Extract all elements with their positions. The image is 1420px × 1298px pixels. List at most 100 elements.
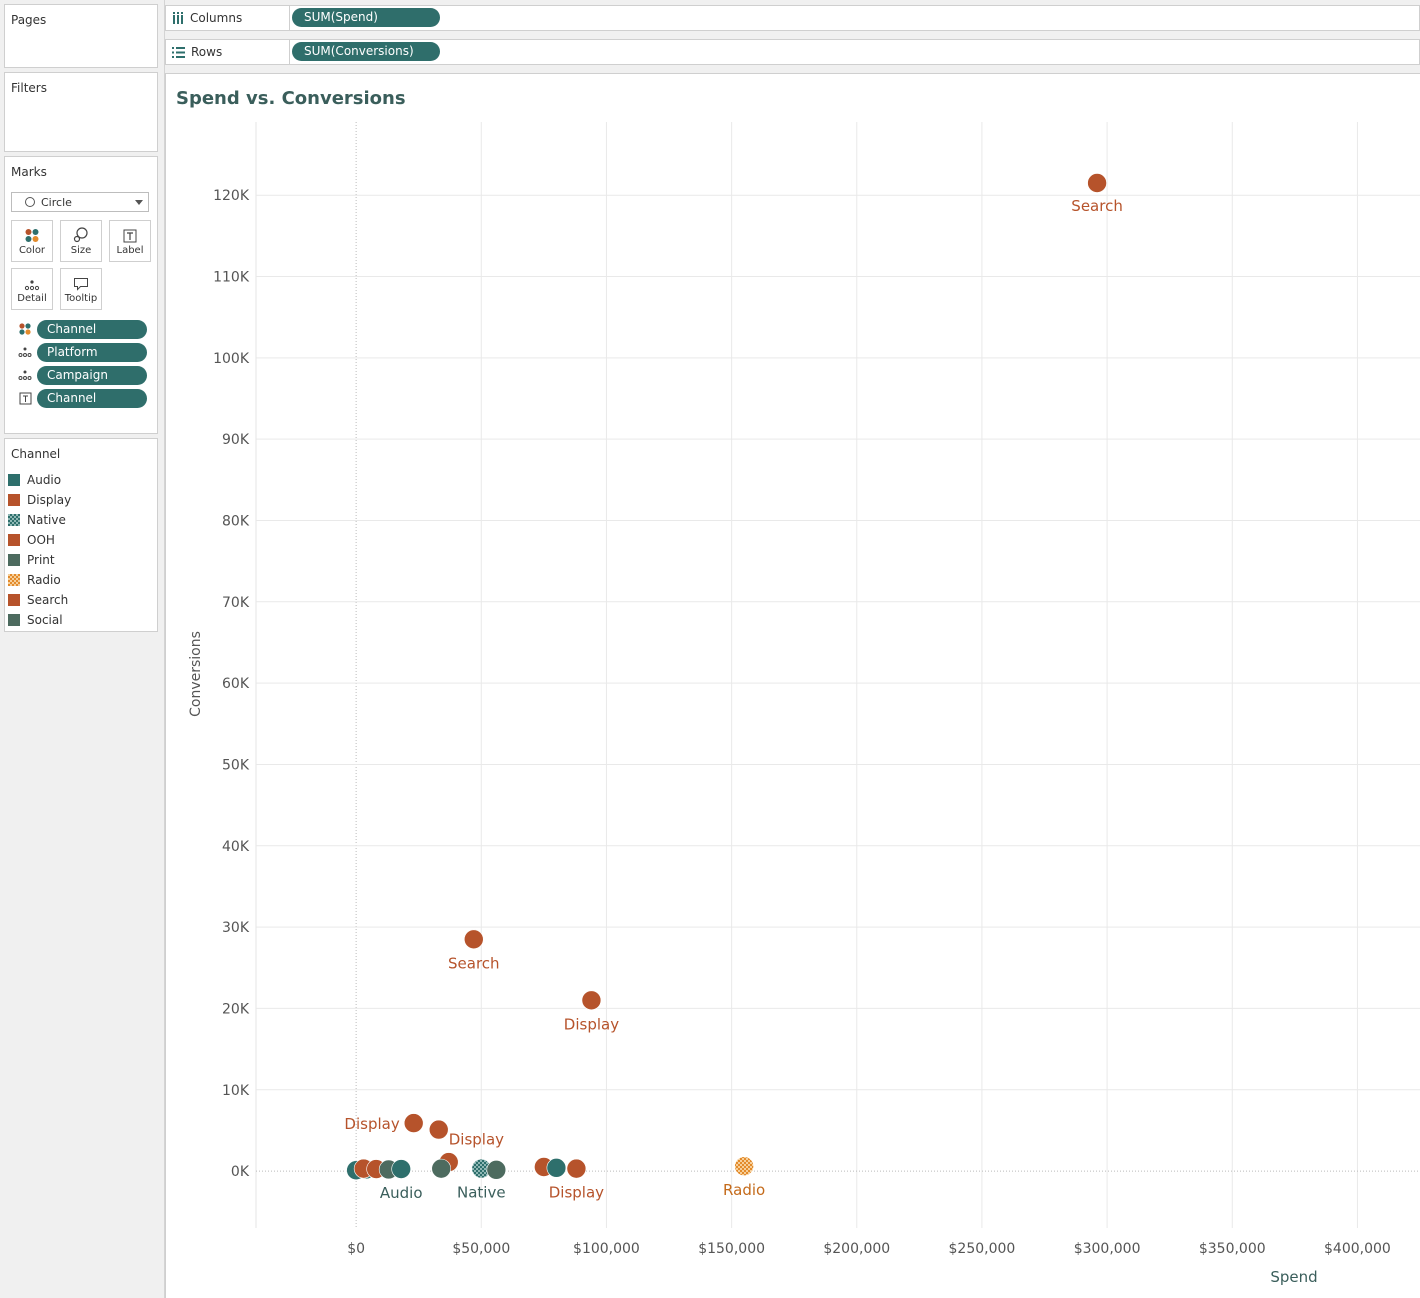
- legend-title: Channel: [11, 447, 61, 461]
- legend-swatch: [8, 474, 20, 486]
- legend-swatch: [8, 534, 20, 546]
- y-tick-label: 30K: [222, 920, 250, 936]
- shelf-divider: [289, 40, 290, 64]
- x-tick-label: $100,000: [573, 1241, 640, 1257]
- y-tick-label: 0K: [231, 1164, 250, 1180]
- color-button-label: Color: [18, 245, 46, 256]
- y-axis-title: Conversions: [188, 631, 204, 717]
- data-label: Search: [448, 954, 500, 972]
- size-button[interactable]: Size: [60, 220, 102, 262]
- data-point-audio[interactable]: [546, 1158, 567, 1178]
- legend-swatch: [8, 494, 20, 506]
- worksheet-view: Spend vs. Conversions $0 $50,000 $100,000 $…: [165, 73, 1420, 1298]
- left-sidebar: Pages Filters Marks Circle Color Size La…: [0, 0, 165, 1298]
- axes: $0 $50,000 $100,000 $150,000 $200,000 $250,00…: [213, 188, 1391, 1257]
- legend-item-native[interactable]: Native: [8, 511, 66, 529]
- legend-item-ooh[interactable]: OOH: [8, 531, 55, 549]
- mark-type-label: Circle: [41, 195, 72, 209]
- y-tick-label: 10K: [222, 1083, 250, 1099]
- rows-shelf-label: Rows: [191, 45, 223, 59]
- data-label: Display: [549, 1184, 604, 1202]
- data-point-search[interactable]: [1087, 173, 1107, 193]
- legend-swatch: [8, 574, 20, 586]
- pages-card[interactable]: Pages: [4, 4, 158, 68]
- y-tick-label: 40K: [222, 839, 250, 855]
- color-button[interactable]: Color: [11, 220, 53, 262]
- grid: [255, 122, 1420, 1228]
- y-tick-label: 80K: [222, 513, 250, 529]
- legend-item-display[interactable]: Display: [8, 491, 71, 509]
- columns-shelf-label: Columns: [190, 11, 243, 25]
- size-icon: [61, 221, 101, 243]
- rows-pill[interactable]: SUM(Conversions): [292, 42, 440, 61]
- legend-swatch: [8, 594, 20, 606]
- data-label: Audio: [380, 1184, 423, 1202]
- marks-field-row[interactable]: Channel: [17, 388, 147, 408]
- data-point-print[interactable]: [486, 1160, 507, 1180]
- rows-shelf-name: Rows: [172, 40, 222, 64]
- channel-label-pill[interactable]: Channel: [37, 388, 147, 408]
- rows-icon: [172, 46, 185, 58]
- data-label: Display: [344, 1115, 399, 1133]
- marks-title: Marks: [11, 165, 47, 179]
- label-icon: [110, 221, 150, 243]
- filters-card[interactable]: Filters: [4, 72, 158, 152]
- y-tick-label: 100K: [213, 351, 250, 367]
- pages-title: Pages: [11, 13, 47, 27]
- x-tick-label: $0: [347, 1241, 365, 1257]
- data-points[interactable]: [346, 173, 1107, 1181]
- data-point-search[interactable]: [463, 929, 484, 950]
- data-label: Display: [449, 1131, 504, 1149]
- campaign-detail-pill[interactable]: Campaign: [37, 365, 147, 385]
- data-point-display[interactable]: [566, 1158, 587, 1179]
- platform-detail-pill[interactable]: Platform: [37, 342, 147, 362]
- filters-title: Filters: [11, 81, 47, 95]
- data-label: Radio: [723, 1181, 765, 1199]
- x-tick-label: $350,000: [1199, 1241, 1266, 1257]
- data-point-display[interactable]: [428, 1119, 449, 1140]
- data-point-display[interactable]: [581, 990, 602, 1011]
- circle-icon: [25, 197, 35, 207]
- marks-field-row[interactable]: Platform: [17, 342, 147, 362]
- legend-swatch: [8, 554, 20, 566]
- y-tick-label: 70K: [222, 595, 250, 611]
- marks-field-row[interactable]: Channel: [17, 319, 147, 339]
- marks-field-row[interactable]: Campaign: [17, 365, 147, 385]
- tooltip-button[interactable]: Tooltip: [60, 268, 102, 310]
- tooltip-icon: [61, 269, 101, 291]
- legend-item-audio[interactable]: Audio: [8, 471, 61, 489]
- data-label: Search: [1071, 197, 1123, 215]
- x-tick-label: $250,000: [949, 1241, 1016, 1257]
- rows-shelf[interactable]: Rows SUM(Conversions): [165, 39, 1420, 65]
- channel-color-pill[interactable]: Channel: [37, 319, 147, 339]
- legend-swatch: [8, 514, 20, 526]
- mark-type-dropdown[interactable]: Circle: [11, 192, 149, 212]
- legend-item-print[interactable]: Print: [8, 551, 55, 569]
- y-tick-label: 50K: [222, 757, 250, 773]
- channel-legend-card: Channel Audio Display Native OOH Print Radio S…: [4, 438, 158, 632]
- y-tick-label: 120K: [213, 188, 250, 204]
- marks-card: Marks Circle Color Size Label Detail Too…: [4, 156, 158, 434]
- legend-label: OOH: [27, 533, 55, 547]
- label-button[interactable]: Label: [109, 220, 151, 262]
- scatter-chart[interactable]: $0 $50,000 $100,000 $150,000 $200,000 $250,00…: [166, 74, 1420, 1298]
- legend-item-radio[interactable]: Radio: [8, 571, 61, 589]
- x-axis-title: Spend: [1270, 1268, 1317, 1286]
- detail-button-label: Detail: [17, 293, 47, 304]
- y-tick-label: 90K: [222, 432, 250, 448]
- data-point-print[interactable]: [431, 1158, 452, 1179]
- detail-button[interactable]: Detail: [11, 268, 53, 310]
- legend-item-search[interactable]: Search: [8, 591, 68, 609]
- data-point-radio[interactable]: [734, 1156, 754, 1176]
- data-point-audio[interactable]: [391, 1159, 411, 1179]
- legend-label: Print: [27, 553, 55, 567]
- x-tick-label: $150,000: [698, 1241, 765, 1257]
- legend-item-social[interactable]: Social: [8, 611, 63, 629]
- columns-icon: [172, 12, 184, 24]
- x-tick-label: $50,000: [452, 1241, 510, 1257]
- color-icon: [17, 321, 33, 337]
- legend-label: Audio: [27, 473, 62, 487]
- columns-shelf[interactable]: Columns SUM(Spend): [165, 5, 1420, 31]
- data-point-display[interactable]: [403, 1113, 424, 1133]
- columns-pill[interactable]: SUM(Spend): [292, 8, 440, 27]
